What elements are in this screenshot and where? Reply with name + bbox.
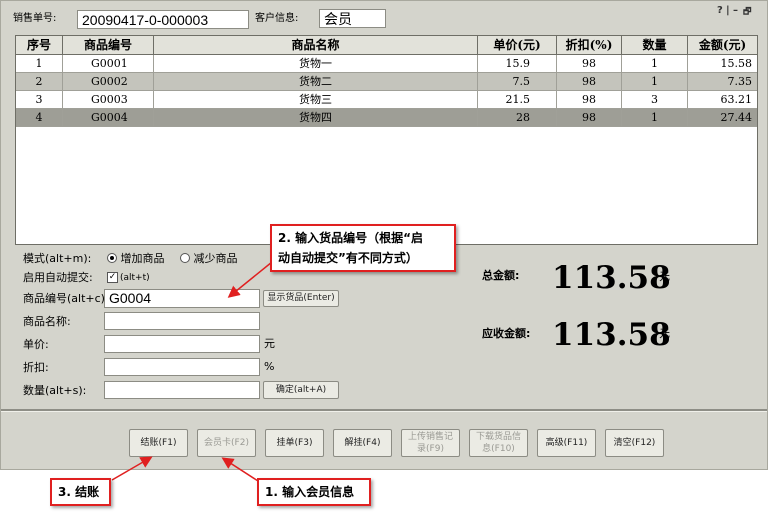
arrow-to-member-card — [221, 457, 259, 482]
callout-input-code-line1: 2. 输入货品编号（根据“启 — [278, 231, 423, 245]
arrow-to-checkout — [111, 456, 153, 481]
callout-input-code: 2. 输入货品编号（根据“启 动自动提交”有不同方式） — [270, 224, 456, 272]
callout-member-info: 1. 输入会员信息 — [257, 478, 371, 506]
callout-input-code-line2: 动自动提交”有不同方式） — [278, 251, 418, 265]
arrow-to-product-code — [227, 261, 273, 298]
callout-checkout: 3. 结账 — [50, 478, 111, 506]
